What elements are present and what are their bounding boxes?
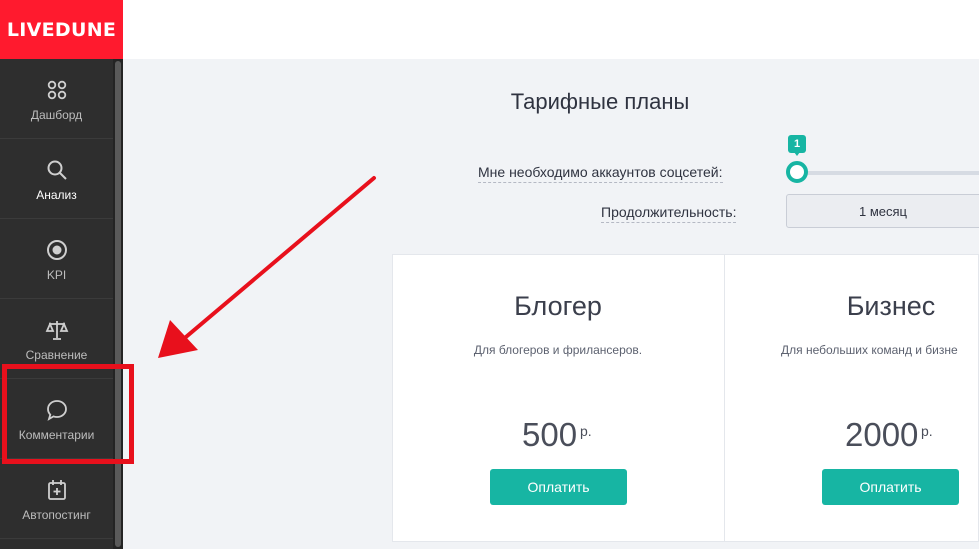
pay-button-business[interactable]: Оплатить (822, 469, 959, 505)
calendar-plus-icon (47, 480, 66, 500)
plan-price-blogger: 500 (522, 416, 578, 453)
plan-name-business: Бизнес (846, 291, 936, 321)
sidebar-scrollbar[interactable] (113, 59, 123, 549)
plan-desc-blogger: Для блогеров и фрилансеров. (473, 343, 643, 357)
duration-label: Продолжительность: (601, 204, 737, 223)
sidebar-scrollbar-thumb[interactable] (115, 61, 121, 547)
pay-button-label: Оплатить (527, 479, 590, 495)
plan-currency-business: р. (921, 423, 933, 439)
target-icon (46, 240, 67, 260)
sidebar-item-label: Автопостинг (22, 508, 91, 522)
sidebar-item-analysis[interactable]: Анализ (0, 139, 113, 219)
page-title: Тарифные планы (510, 89, 690, 114)
plan-desc-business: Для небольших команд и бизне (781, 343, 958, 357)
duration-option-label: 1 месяц (859, 203, 907, 219)
scales-icon (45, 321, 68, 340)
sidebar-item-label: KPI (46, 268, 67, 282)
sidebar-item-autoposting[interactable]: Автопостинг (0, 459, 113, 539)
dashboard-icon (47, 80, 66, 100)
plan-card-divider (724, 254, 725, 542)
duration-option-1-month[interactable]: 1 месяц (786, 194, 979, 228)
pay-button-label: Оплатить (859, 479, 922, 495)
sidebar-item-dashboard[interactable]: Дашборд (0, 59, 113, 139)
sidebar-item-label: Сравнение (25, 348, 88, 362)
accounts-slider-handle[interactable] (786, 161, 808, 183)
accounts-label: Мне необходимо аккаунтов соцсетей: (478, 164, 723, 183)
sidebar-item-kpi[interactable]: KPI (0, 219, 113, 299)
sidebar: Дашборд Анализ KPI Сравнение Комментарии… (0, 59, 123, 549)
plan-price-business: 2000 (845, 416, 919, 453)
top-bar (0, 0, 979, 59)
livedune-logo[interactable]: LIVEDUNE (0, 0, 123, 59)
sidebar-item-label: Анализ (36, 188, 77, 202)
annotation-highlight-box (2, 364, 134, 464)
pay-button-blogger[interactable]: Оплатить (490, 469, 627, 505)
sidebar-item-label: Дашборд (30, 108, 83, 122)
accounts-slider-track[interactable] (797, 171, 979, 175)
accounts-slider-value: 1 (788, 135, 806, 156)
plan-currency-blogger: р. (580, 423, 592, 439)
search-icon (47, 160, 67, 180)
plan-name-blogger: Блогер (514, 291, 602, 321)
